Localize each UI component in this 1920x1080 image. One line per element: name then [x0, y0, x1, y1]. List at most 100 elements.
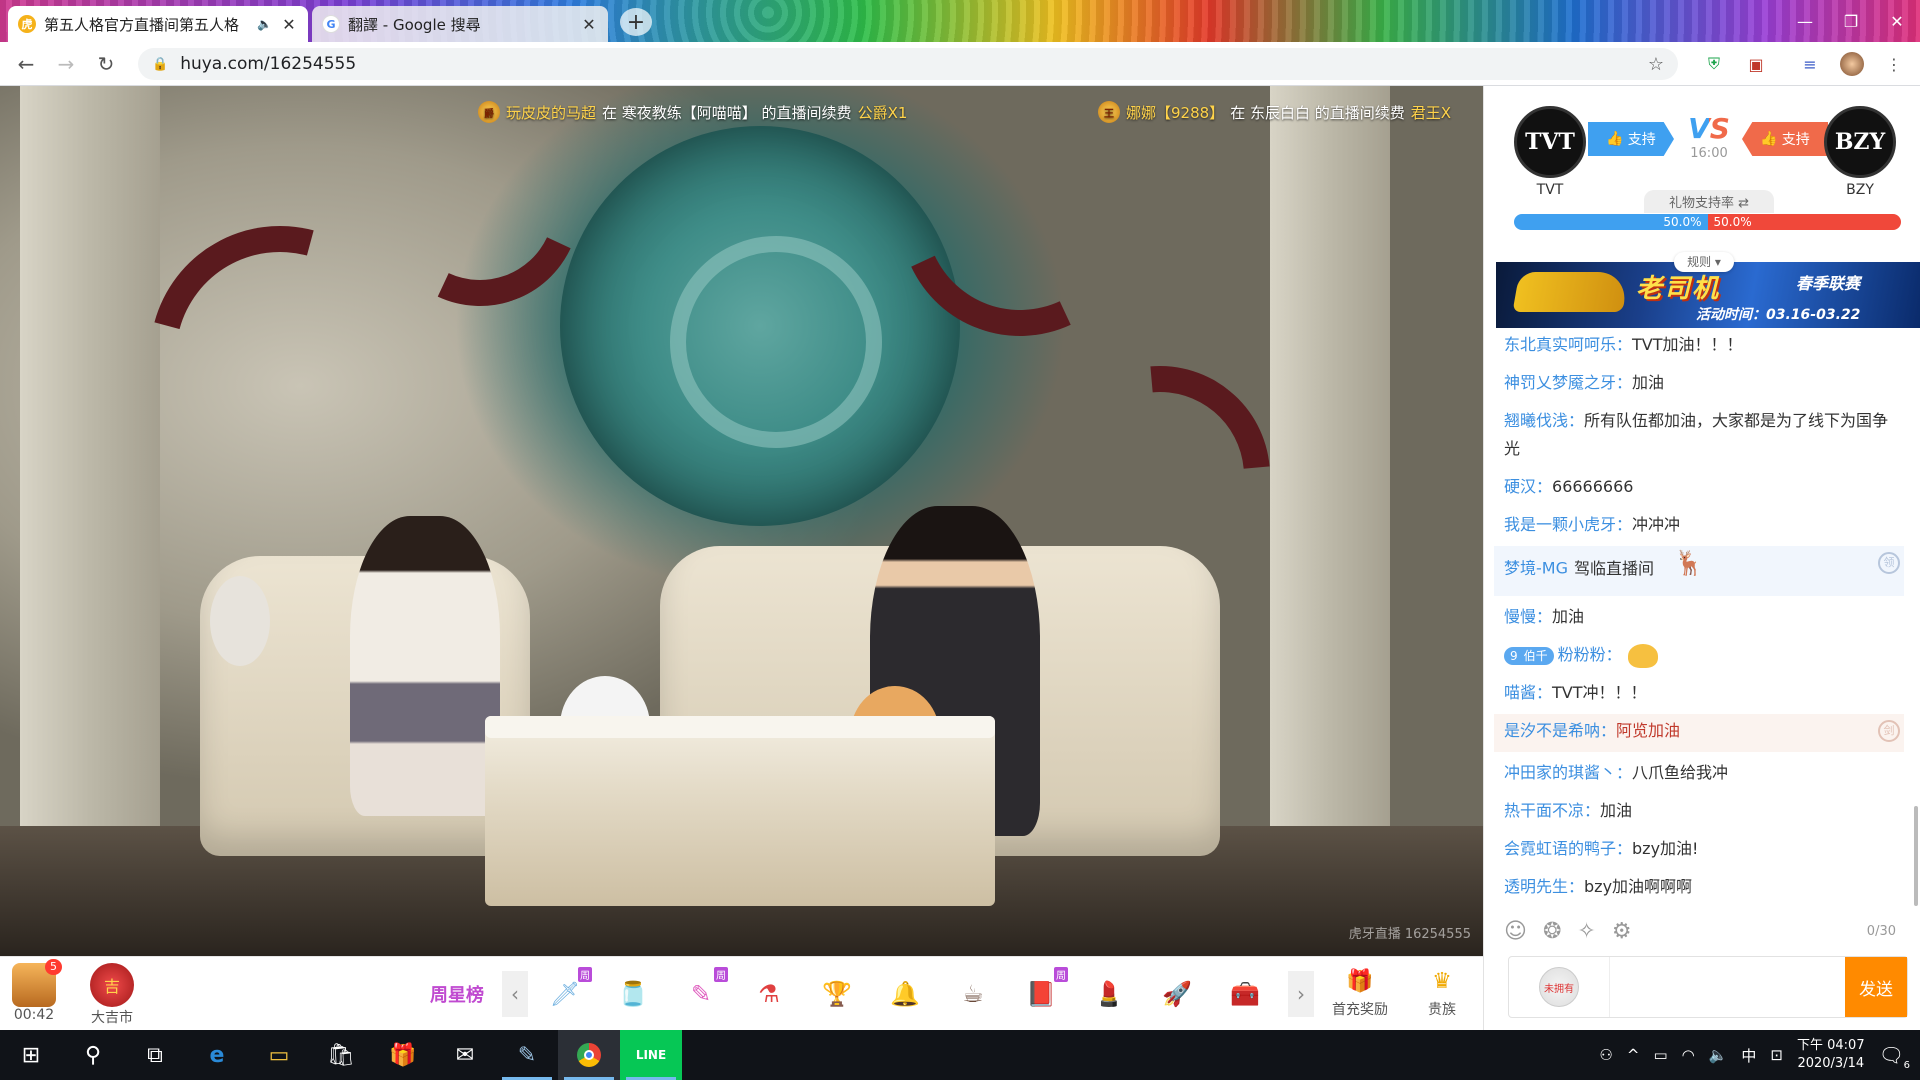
- pocket-extension-icon[interactable]: ▣: [1742, 50, 1770, 78]
- star-effect-icon[interactable]: ✧: [1577, 919, 1595, 944]
- chat-username[interactable]: 冲田家的琪酱丶：: [1504, 763, 1632, 782]
- wifi-icon[interactable]: ◠: [1682, 1046, 1695, 1064]
- noble-selector[interactable]: 未拥有: [1509, 957, 1609, 1017]
- mail-icon[interactable]: ✉: [434, 1030, 496, 1080]
- team-name-right: BZY: [1846, 182, 1874, 198]
- chat-username[interactable]: 东北真实呵呵乐：: [1504, 335, 1632, 354]
- volume-icon[interactable]: 🔈: [1709, 1046, 1728, 1064]
- maximize-icon[interactable]: ❐: [1828, 0, 1874, 42]
- chat-text: bzy加油!: [1632, 839, 1699, 858]
- chevron-up-icon[interactable]: ^: [1627, 1046, 1640, 1064]
- minimize-icon[interactable]: —: [1782, 0, 1828, 42]
- send-button[interactable]: 发送: [1845, 957, 1907, 1017]
- fan-badge[interactable]: 9 伯千: [1504, 646, 1554, 665]
- chat-username[interactable]: 翘曦伐浅：: [1504, 411, 1584, 430]
- week-star-button[interactable]: 周星榜: [428, 967, 486, 1021]
- chat-username[interactable]: 我是一颗小虎牙：: [1504, 515, 1632, 534]
- gift-prev-button[interactable]: ‹: [502, 971, 528, 1017]
- close-tab-icon[interactable]: ✕: [280, 15, 298, 34]
- reading-list-icon[interactable]: ≡: [1796, 50, 1824, 78]
- gift-item[interactable]: ⚗: [740, 967, 798, 1021]
- chat-username[interactable]: 慢慢：: [1504, 607, 1552, 626]
- clock[interactable]: 下午 04:07 2020/3/14: [1797, 1037, 1865, 1073]
- chat-username[interactable]: 粉粉粉：: [1558, 645, 1622, 664]
- tab-huya[interactable]: 虎 第五人格官方直播间第五人格 🔈 ✕: [8, 6, 308, 42]
- people-icon[interactable]: ⚇: [1599, 1046, 1612, 1064]
- windows-start-icon[interactable]: ⊞: [0, 1030, 62, 1080]
- gift-item[interactable]: 📕 周: [1012, 967, 1070, 1021]
- chat-input[interactable]: [1609, 957, 1845, 1017]
- chat-username[interactable]: 热干面不凉：: [1504, 801, 1600, 820]
- scene-coffee-table: [485, 716, 995, 906]
- ime-indicator[interactable]: 中: [1741, 1045, 1756, 1066]
- windows-taskbar: ⊞ ⚲ ⧉ e ▭ 🛍 🎁 ✉ ✎ LINE ⚇ ^ ▭ ◠ 🔈 中 ⊡ 下午 …: [0, 1030, 1920, 1080]
- new-tab-button[interactable]: +: [620, 8, 652, 36]
- gift-item[interactable]: 🔔: [876, 967, 934, 1021]
- gift-bar: 5 00:42 吉 大吉市 周星榜 ‹ 🗡 周 🫙 ✎ 周 ⚗ 🏆 🔔 ☕ 📕 周 💄…: [0, 956, 1483, 1030]
- emoji-icon[interactable]: ☺: [1504, 919, 1527, 944]
- rocket-gift-icon: 🚀: [1162, 980, 1192, 1008]
- shield-extension-icon[interactable]: ⛨: [1700, 50, 1728, 78]
- gift-item[interactable]: ✎ 周: [672, 967, 730, 1021]
- clock-time: 下午 04:07: [1797, 1038, 1865, 1053]
- paint-app-icon[interactable]: ✎: [496, 1030, 558, 1080]
- ime-mode-icon[interactable]: ⊡: [1770, 1046, 1783, 1064]
- gift-item[interactable]: 🏆: [808, 967, 866, 1021]
- sticker-icon[interactable]: ❂: [1543, 919, 1561, 944]
- scene-figurine: [210, 576, 270, 666]
- chat-message: 喵酱：TVT冲！！！: [1494, 676, 1904, 714]
- back-arrow-icon[interactable]: ←: [6, 44, 46, 84]
- chat-username[interactable]: 会霓虹语的鸭子：: [1504, 839, 1632, 858]
- chat-list[interactable]: 东北真实呵呵乐：TVT加油！！！ 神罚乂梦魇之牙：加油 翘曦伐浅：所有队伍都加油，大…: [1494, 328, 1904, 906]
- chat-text: bzy加油啊啊啊: [1584, 877, 1693, 896]
- first-recharge-button[interactable]: 🎁 首充奖励: [1332, 963, 1388, 1019]
- gift-item[interactable]: 🫙: [604, 967, 662, 1021]
- store-icon[interactable]: 🛍: [310, 1030, 372, 1080]
- address-bar[interactable]: 🔒 huya.com/16254555 ☆: [138, 48, 1678, 80]
- gift-next-button[interactable]: ›: [1288, 971, 1314, 1017]
- bookmark-star-icon[interactable]: ☆: [1648, 54, 1664, 75]
- support-right-button[interactable]: 👍 支持: [1742, 122, 1828, 156]
- close-tab-icon[interactable]: ✕: [580, 15, 598, 34]
- search-icon[interactable]: ⚲: [62, 1030, 124, 1080]
- potion-gift-icon: ⚗: [758, 980, 780, 1008]
- forward-arrow-icon[interactable]: →: [46, 44, 86, 84]
- gift-app-icon[interactable]: 🎁: [372, 1030, 434, 1080]
- gift-item[interactable]: 🗡 周: [536, 967, 594, 1021]
- chat-username[interactable]: 透明先生：: [1504, 877, 1584, 896]
- chat-username[interactable]: 梦境-MG: [1504, 559, 1568, 578]
- ticker-text: 在 寒夜教练【阿喵喵】 的直播间续费: [602, 103, 852, 122]
- chat-username[interactable]: 硬汉：: [1504, 477, 1552, 496]
- task-view-icon[interactable]: ⧉: [124, 1030, 186, 1080]
- tab-google[interactable]: G 翻譯 - Google 搜尋 ✕: [312, 6, 608, 42]
- support-left-button[interactable]: 👍 支持: [1588, 122, 1674, 156]
- gift-support-rate-label[interactable]: 礼物支持率 ⇄: [1644, 190, 1774, 213]
- window-close-icon[interactable]: ✕: [1874, 0, 1920, 42]
- chrome-icon[interactable]: [558, 1030, 620, 1080]
- notification-icon[interactable]: 🗨 6: [1879, 1043, 1910, 1071]
- reload-icon[interactable]: ↻: [86, 44, 126, 84]
- chat-scrollbar[interactable]: [1914, 806, 1918, 906]
- video-player[interactable]: 爵 玩皮皮的马超 在 寒夜教练【阿喵喵】 的直播间续费 公爵X1 王 娜娜【92…: [0, 86, 1483, 956]
- chat-username[interactable]: 是汐不是希呐：: [1504, 721, 1616, 740]
- chat-username[interactable]: 喵酱：: [1504, 683, 1552, 702]
- file-explorer-icon[interactable]: ▭: [248, 1030, 310, 1080]
- battery-icon[interactable]: ▭: [1653, 1046, 1667, 1064]
- chat-message: 翘曦伐浅：所有队伍都加油，大家都是为了线下为国争光: [1494, 404, 1904, 470]
- gift-item[interactable]: 💄: [1080, 967, 1138, 1021]
- gift-item[interactable]: 🧰: [1216, 967, 1274, 1021]
- avatar[interactable]: [1838, 50, 1866, 78]
- speaker-icon[interactable]: 🔈: [257, 17, 272, 31]
- treasure-box-button[interactable]: 5 00:42: [12, 959, 62, 1023]
- gift-item[interactable]: 🚀: [1148, 967, 1206, 1021]
- gift-item[interactable]: ☕: [944, 967, 1002, 1021]
- barrage-settings-icon[interactable]: ⚙: [1612, 919, 1632, 944]
- chat-username[interactable]: 神罚乂梦魇之牙：: [1504, 373, 1632, 392]
- vs-label: VS: [1684, 112, 1734, 145]
- daji-button[interactable]: 吉 大吉市: [90, 963, 134, 1027]
- line-app-icon[interactable]: LINE: [620, 1030, 682, 1080]
- noble-button[interactable]: ♛ 贵族: [1424, 963, 1460, 1019]
- rules-dropdown[interactable]: 规则 ▾: [1674, 252, 1734, 272]
- menu-dots-icon[interactable]: ⋮: [1880, 50, 1908, 78]
- edge-browser-icon[interactable]: e: [186, 1030, 248, 1080]
